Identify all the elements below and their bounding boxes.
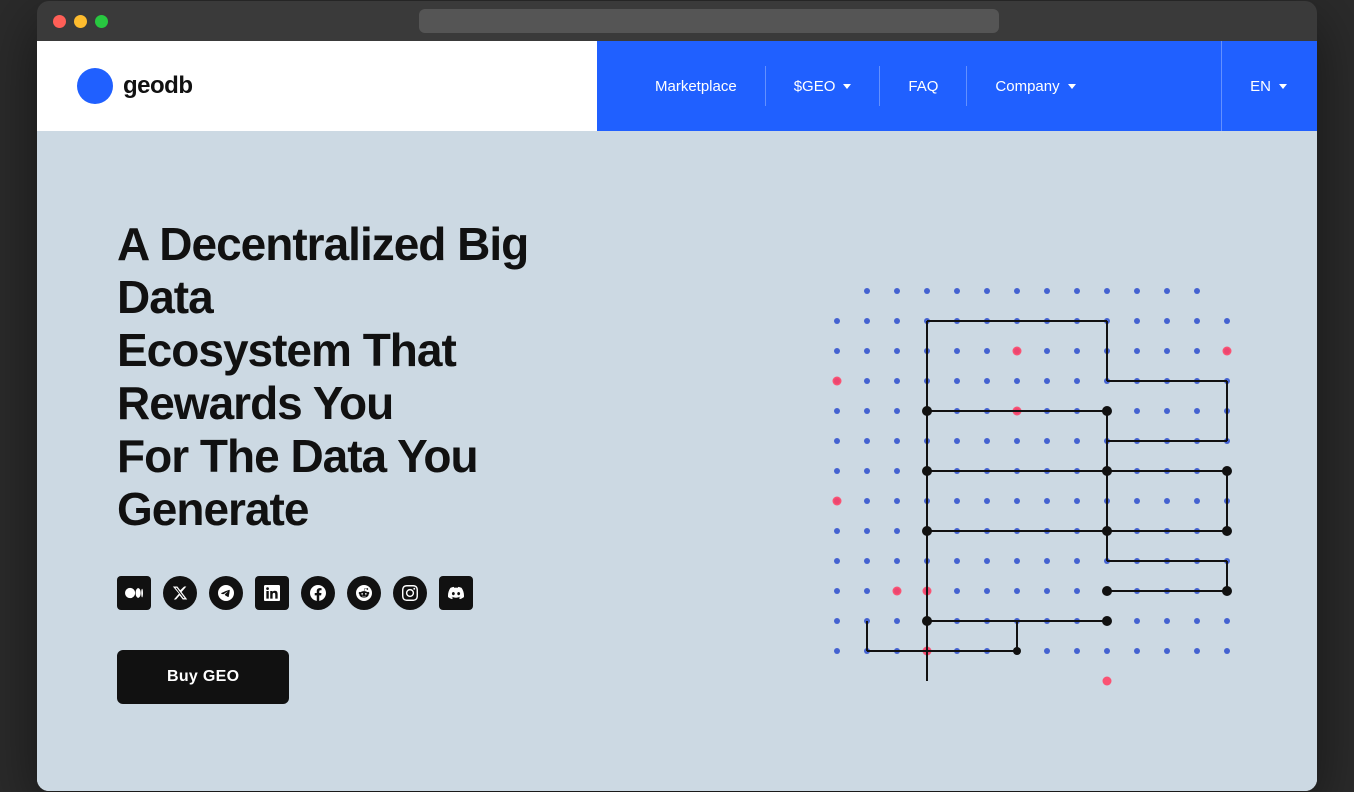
site-header: geodb Marketplace $GEO FAQ Company bbox=[37, 41, 1317, 131]
discord-icon[interactable] bbox=[439, 576, 473, 610]
main-nav: Marketplace $GEO FAQ Company EN bbox=[597, 41, 1317, 131]
hero-content: A Decentralized Big Data Ecosystem That … bbox=[117, 218, 617, 703]
telegram-icon[interactable] bbox=[209, 576, 243, 610]
site-content: geodb Marketplace $GEO FAQ Company bbox=[37, 41, 1317, 791]
chevron-down-icon bbox=[843, 84, 851, 89]
hero-section: A Decentralized Big Data Ecosystem That … bbox=[37, 131, 1317, 791]
hero-diagram: // This will be rendered as SVG dots bbox=[777, 211, 1277, 711]
browser-titlebar bbox=[37, 1, 1317, 41]
logo-icon bbox=[77, 68, 113, 104]
nav-item-marketplace[interactable]: Marketplace bbox=[627, 41, 765, 131]
maximize-button[interactable] bbox=[95, 15, 108, 28]
logo-area: geodb bbox=[37, 41, 597, 131]
close-button[interactable] bbox=[53, 15, 66, 28]
twitter-icon[interactable] bbox=[163, 576, 197, 610]
nav-item-faq[interactable]: FAQ bbox=[880, 41, 966, 131]
nav-item-company[interactable]: Company bbox=[967, 41, 1103, 131]
chevron-down-icon bbox=[1279, 84, 1287, 89]
browser-window: geodb Marketplace $GEO FAQ Company bbox=[37, 1, 1317, 791]
nav-item-geo[interactable]: $GEO bbox=[766, 41, 880, 131]
buy-geo-button[interactable]: Buy GEO bbox=[117, 650, 289, 704]
address-bar[interactable] bbox=[419, 9, 999, 33]
chevron-down-icon bbox=[1068, 84, 1076, 89]
hero-title: A Decentralized Big Data Ecosystem That … bbox=[117, 218, 617, 535]
social-icons-row bbox=[117, 576, 617, 610]
lang-selector[interactable]: EN bbox=[1221, 41, 1287, 131]
minimize-button[interactable] bbox=[74, 15, 87, 28]
logo-text[interactable]: geodb bbox=[123, 72, 193, 100]
medium-icon[interactable] bbox=[117, 576, 151, 610]
facebook-icon[interactable] bbox=[301, 576, 335, 610]
linkedin-icon[interactable] bbox=[255, 576, 289, 610]
instagram-icon[interactable] bbox=[393, 576, 427, 610]
reddit-icon[interactable] bbox=[347, 576, 381, 610]
